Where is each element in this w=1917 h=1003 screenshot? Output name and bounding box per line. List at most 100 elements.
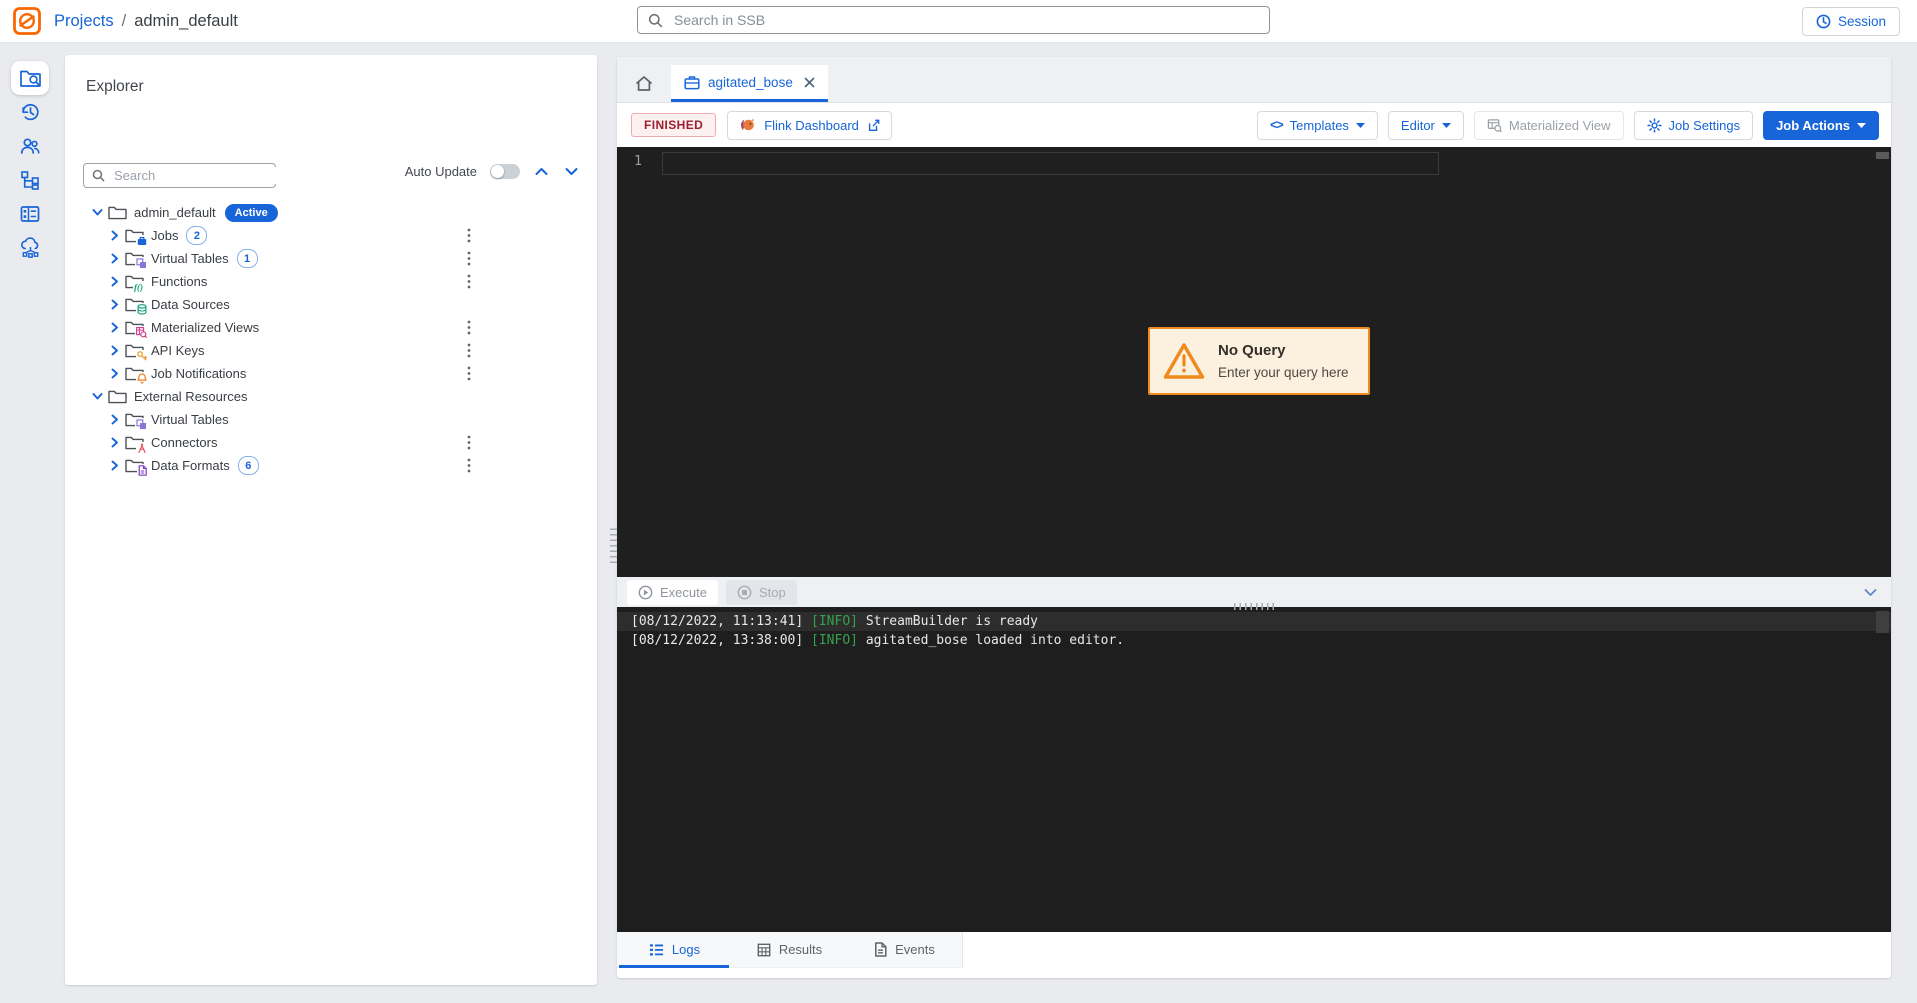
editor-menu-button[interactable]: Editor <box>1388 111 1464 140</box>
chevron-right-icon[interactable] <box>106 322 122 333</box>
bottom-tab-logs[interactable]: Logs <box>617 932 732 967</box>
tree-row[interactable]: Jobs2 <box>65 224 597 247</box>
job-status-badge: FINISHED <box>631 113 716 137</box>
item-count-badge: 6 <box>238 456 259 475</box>
svg-text:f(): f() <box>134 283 143 292</box>
briefcase-icon <box>684 75 700 90</box>
chevron-right-icon[interactable] <box>106 414 122 425</box>
chevron-right-icon[interactable] <box>106 230 122 241</box>
kebab-menu-icon[interactable] <box>467 251 471 266</box>
explorer-title: Explorer <box>86 78 144 96</box>
chevron-right-icon[interactable] <box>106 437 122 448</box>
editor-scrollbar-thumb[interactable] <box>1876 152 1889 159</box>
bottom-tab-results[interactable]: Results <box>732 932 847 967</box>
no-query-title: No Query <box>1218 342 1349 359</box>
sql-editor[interactable]: 1 No Query Enter your query here <box>617 147 1891 577</box>
home-tab[interactable] <box>617 65 671 102</box>
explorer-search-input[interactable] <box>112 167 292 184</box>
tree-item-label: API Keys <box>151 343 204 358</box>
tree-row[interactable]: Virtual Tables <box>65 408 597 431</box>
tree-item-label: Materialized Views <box>151 320 259 335</box>
breadcrumb-current: admin_default <box>134 12 238 31</box>
dataformats-folder-icon <box>125 458 144 473</box>
chevron-down-icon[interactable] <box>89 207 105 218</box>
search-icon <box>648 13 663 28</box>
kebab-menu-icon[interactable] <box>467 458 471 473</box>
job-settings-button[interactable]: Job Settings <box>1634 111 1754 140</box>
left-rail <box>0 42 60 1003</box>
external-link-icon <box>867 119 880 132</box>
tree-row[interactable]: Connectors <box>65 431 597 454</box>
auto-update-toggle[interactable] <box>490 164 520 179</box>
kebab-menu-icon[interactable] <box>467 228 471 243</box>
resize-handle-vertical[interactable] <box>610 525 617 563</box>
rail-tables[interactable] <box>11 197 49 231</box>
tree-row[interactable]: Data Sources <box>65 293 597 316</box>
session-label: Session <box>1838 14 1886 29</box>
chevron-right-icon[interactable] <box>106 345 122 356</box>
stop-button[interactable]: Stop <box>726 580 797 605</box>
apikeys-folder-icon <box>125 343 144 358</box>
ssb-logo-icon[interactable] <box>13 7 41 35</box>
tree-item-label: External Resources <box>134 389 247 404</box>
chevron-right-icon[interactable] <box>106 368 122 379</box>
global-search[interactable] <box>637 6 1270 34</box>
chevron-up-icon[interactable] <box>533 165 550 178</box>
tree-row[interactable]: External Resources <box>65 385 597 408</box>
caret-down-icon <box>1857 123 1866 128</box>
tree-row[interactable]: f()Functions <box>65 270 597 293</box>
tree-row[interactable]: Materialized Views <box>65 316 597 339</box>
session-button[interactable]: Session <box>1802 7 1900 36</box>
table-search-icon <box>1487 118 1502 133</box>
tree-item-label: Virtual Tables <box>151 251 229 266</box>
chevron-right-icon[interactable] <box>106 460 122 471</box>
resize-handle-horizontal[interactable] <box>1234 603 1274 610</box>
no-query-callout: No Query Enter your query here <box>1148 327 1370 395</box>
breadcrumb-projects-link[interactable]: Projects <box>54 12 114 31</box>
materialized-view-label: Materialized View <box>1509 118 1611 133</box>
kebab-menu-icon[interactable] <box>467 366 471 381</box>
global-search-input[interactable] <box>672 11 1259 29</box>
log-output[interactable]: [08/12/2022, 11:13:41] [INFO] StreamBuil… <box>617 607 1891 932</box>
kebab-menu-icon[interactable] <box>467 435 471 450</box>
tree-row[interactable]: Virtual Tables1 <box>65 247 597 270</box>
rail-users[interactable] <box>11 129 49 163</box>
tab-agitated-bose[interactable]: agitated_bose <box>671 65 828 102</box>
execute-button[interactable]: Execute <box>627 580 718 605</box>
tree-row[interactable]: API Keys <box>65 339 597 362</box>
explorer-search[interactable] <box>83 163 276 188</box>
flink-dashboard-button[interactable]: Flink Dashboard <box>727 111 892 140</box>
collapse-panel-chevron-icon[interactable] <box>1860 586 1881 599</box>
templates-button[interactable]: <> Templates <box>1257 111 1378 140</box>
chevron-down-icon[interactable] <box>563 165 580 178</box>
tree-row[interactable]: Job Notifications <box>65 362 597 385</box>
rail-lineage[interactable] <box>11 163 49 197</box>
job-toolbar: FINISHED Flink Dashboard <> Templates Ed… <box>617 103 1891 147</box>
kebab-menu-icon[interactable] <box>467 320 471 335</box>
bottom-tab-events[interactable]: Events <box>847 932 962 967</box>
chevron-down-icon[interactable] <box>89 391 105 402</box>
chevron-right-icon[interactable] <box>106 253 122 264</box>
log-level: [INFO] <box>811 614 858 629</box>
tree-row[interactable]: admin_defaultActive <box>65 201 597 224</box>
log-level: [INFO] <box>811 633 858 648</box>
rail-explorer[interactable] <box>11 61 49 95</box>
chevron-right-icon[interactable] <box>106 299 122 310</box>
rail-history[interactable] <box>11 95 49 129</box>
log-scrollbar-thumb[interactable] <box>1876 611 1889 633</box>
rail-cloud[interactable] <box>11 231 49 265</box>
chevron-right-icon[interactable] <box>106 276 122 287</box>
flow-nodes-icon <box>19 169 41 191</box>
table-panel-icon <box>19 203 41 225</box>
materialized-view-button: Materialized View <box>1474 111 1624 140</box>
execute-label: Execute <box>660 585 707 600</box>
kebab-menu-icon[interactable] <box>467 274 471 289</box>
kebab-menu-icon[interactable] <box>467 343 471 358</box>
flink-squirrel-icon <box>739 117 756 133</box>
close-tab-icon[interactable] <box>804 77 815 88</box>
top-header: Projects / admin_default Session <box>0 0 1917 43</box>
tree-row[interactable]: Data Formats6 <box>65 454 597 477</box>
job-actions-button[interactable]: Job Actions <box>1763 111 1879 140</box>
folder-folder-icon <box>108 205 127 220</box>
templates-label: Templates <box>1290 118 1349 133</box>
